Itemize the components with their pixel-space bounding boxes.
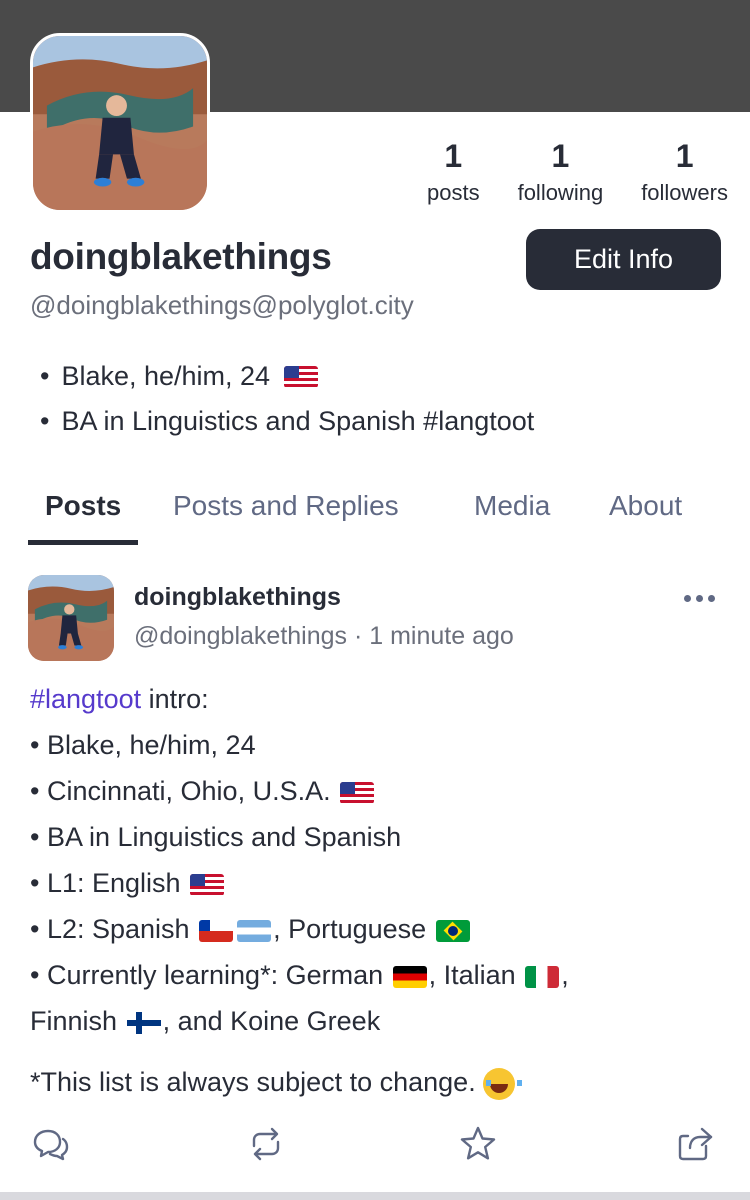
post-text: intro: <box>141 684 209 714</box>
dot <box>696 594 703 602</box>
bullet: • <box>30 960 40 990</box>
us-flag-icon <box>340 781 375 804</box>
bio-line: • Blake, he/him, 24 <box>40 354 534 399</box>
favourite-icon[interactable] <box>458 1124 498 1164</box>
profile-stats: 1 posts 1 following 1 followers <box>427 138 728 206</box>
bullet: • <box>40 406 50 436</box>
dot <box>708 594 715 602</box>
profile-bio: • Blake, he/him, 24 • BA in Linguistics … <box>40 354 534 444</box>
profile-handle: @doingblakethings@polyglot.city <box>30 290 414 320</box>
post-text: , Portuguese <box>273 914 427 944</box>
edit-info-button[interactable]: Edit Info <box>526 229 721 290</box>
bullet: • <box>30 730 40 760</box>
bio-text: BA in Linguistics and Spanish #langtoot <box>61 406 535 436</box>
more-options-icon[interactable] <box>684 590 720 606</box>
bio-text: Blake, he/him, 24 <box>61 361 271 391</box>
stat-label: followers <box>641 180 728 205</box>
post-text: Cincinnati, Ohio, U.S.A. <box>46 776 331 806</box>
profile-avatar[interactable] <box>30 33 210 213</box>
share-icon[interactable] <box>676 1124 716 1164</box>
avatar-photo <box>33 36 207 210</box>
post-line: #langtoot intro: <box>30 676 730 722</box>
profile-tabs: Posts Posts and Replies Media About <box>28 484 728 546</box>
post-content: #langtoot intro: • Blake, he/him, 24 • C… <box>30 676 730 1105</box>
finland-flag-icon <box>126 1011 161 1034</box>
profile-display-name: doingblakethings <box>30 236 332 277</box>
avatar-photo <box>28 575 114 661</box>
post-line: • L1: English <box>30 860 730 906</box>
post-footnote: *This list is always subject to change. <box>30 1059 730 1105</box>
post-text: , and Koine Greek <box>162 1006 381 1036</box>
stat-following[interactable]: 1 following <box>518 138 604 206</box>
post-text: L1: English <box>46 868 181 898</box>
post-author-meta[interactable]: @doingblakethings · 1 minute ago <box>134 622 514 651</box>
tab-about[interactable]: About <box>609 490 682 522</box>
post-line: • BA in Linguistics and Spanish <box>30 814 730 860</box>
germany-flag-icon <box>392 965 427 988</box>
stat-count: 1 <box>444 138 463 174</box>
post-text: , <box>561 960 569 990</box>
stat-count: 1 <box>675 138 694 174</box>
us-flag-icon <box>284 365 319 388</box>
us-flag-icon <box>190 873 225 896</box>
post-actions <box>30 1124 720 1168</box>
post-text: Currently learning*: German <box>46 960 384 990</box>
stat-label: following <box>517 180 604 205</box>
bullet: • <box>30 776 40 806</box>
bullet: • <box>40 361 50 391</box>
bullet: • <box>30 914 40 944</box>
post-author-name[interactable]: doingblakethings <box>134 583 341 612</box>
brazil-flag-icon <box>435 919 470 942</box>
post-text: Finnish <box>30 1006 118 1036</box>
boost-icon[interactable] <box>246 1124 286 1164</box>
stat-posts[interactable]: 1 posts <box>427 138 480 206</box>
bio-line: • BA in Linguistics and Spanish #langtoo… <box>40 399 534 444</box>
tab-posts-and-replies[interactable]: Posts and Replies <box>173 490 399 522</box>
chile-flag-icon <box>199 919 234 942</box>
tab-media[interactable]: Media <box>474 490 550 522</box>
tab-posts[interactable]: Posts <box>45 490 121 522</box>
laughing-emoji-icon <box>483 1067 523 1100</box>
post-text: *This list is always subject to change. <box>30 1067 476 1097</box>
bullet: • <box>30 868 40 898</box>
post-text: , Italian <box>428 960 516 990</box>
bullet: • <box>30 822 40 852</box>
bottom-divider <box>0 1192 750 1200</box>
dot <box>684 594 691 602</box>
hashtag-link[interactable]: #langtoot <box>30 684 141 714</box>
stat-label: posts <box>426 180 480 205</box>
active-tab-indicator <box>28 540 138 545</box>
post-line: • L2: Spanish , Portuguese <box>30 906 730 952</box>
post-line: • Blake, he/him, 24 <box>30 722 730 768</box>
post-text: Blake, he/him, 24 <box>46 730 256 760</box>
reply-icon[interactable] <box>30 1124 70 1164</box>
post-author-avatar[interactable] <box>28 575 114 661</box>
stat-count: 1 <box>551 138 570 174</box>
post-text: BA in Linguistics and Spanish <box>46 822 402 852</box>
post-line: • Cincinnati, Ohio, U.S.A. <box>30 768 730 814</box>
argentina-flag-icon <box>237 919 272 942</box>
stat-followers[interactable]: 1 followers <box>641 138 728 206</box>
post-text: L2: Spanish <box>46 914 190 944</box>
post-line: • Currently learning*: German , Italian … <box>30 952 730 998</box>
italy-flag-icon <box>525 965 560 988</box>
post-line: Finnish , and Koine Greek <box>30 998 730 1044</box>
